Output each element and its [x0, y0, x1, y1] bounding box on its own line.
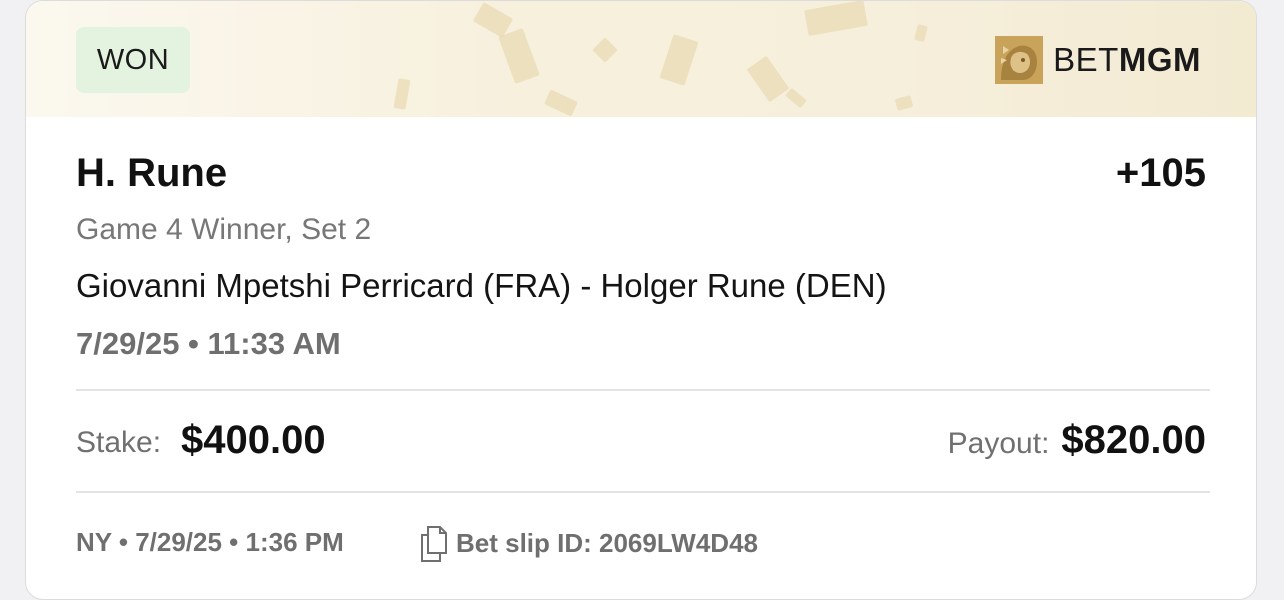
divider [76, 389, 1210, 391]
stake-value: $400.00 [181, 418, 326, 462]
status-badge: WON [76, 27, 190, 93]
bet-slip-id-copy[interactable]: Bet slip ID: 2069LW4D48 [418, 523, 758, 563]
odds-value: +105 [1115, 151, 1206, 195]
event-time: 7/29/25 • 11:33 AM [76, 326, 341, 361]
payout-value: $820.00 [1061, 418, 1206, 462]
brand-name: BETMGM [1053, 41, 1201, 78]
lion-logo-icon [995, 36, 1044, 84]
copy-document-icon[interactable] [418, 523, 450, 563]
event-name: Giovanni Mpetshi Perricard (FRA) - Holge… [76, 267, 887, 304]
brand-logo: BETMGM [995, 35, 1201, 85]
bet-placed-meta: NY • 7/29/25 • 1:36 PM [76, 527, 344, 557]
selection-name: H. Rune [76, 151, 228, 195]
bet-slip-id: Bet slip ID: 2069LW4D48 [456, 527, 758, 558]
payout-label: Payout: [947, 427, 1050, 460]
market-name: Game 4 Winner, Set 2 [76, 213, 372, 246]
payout-group: Payout: $820.00 [948, 418, 1206, 463]
bet-card: WON BETMGM H. Rune +105 Game 4 Winner, S… [25, 0, 1257, 600]
divider [76, 491, 1210, 493]
stake-label: Stake: [76, 426, 162, 459]
card-header: WON BETMGM [26, 1, 1256, 117]
